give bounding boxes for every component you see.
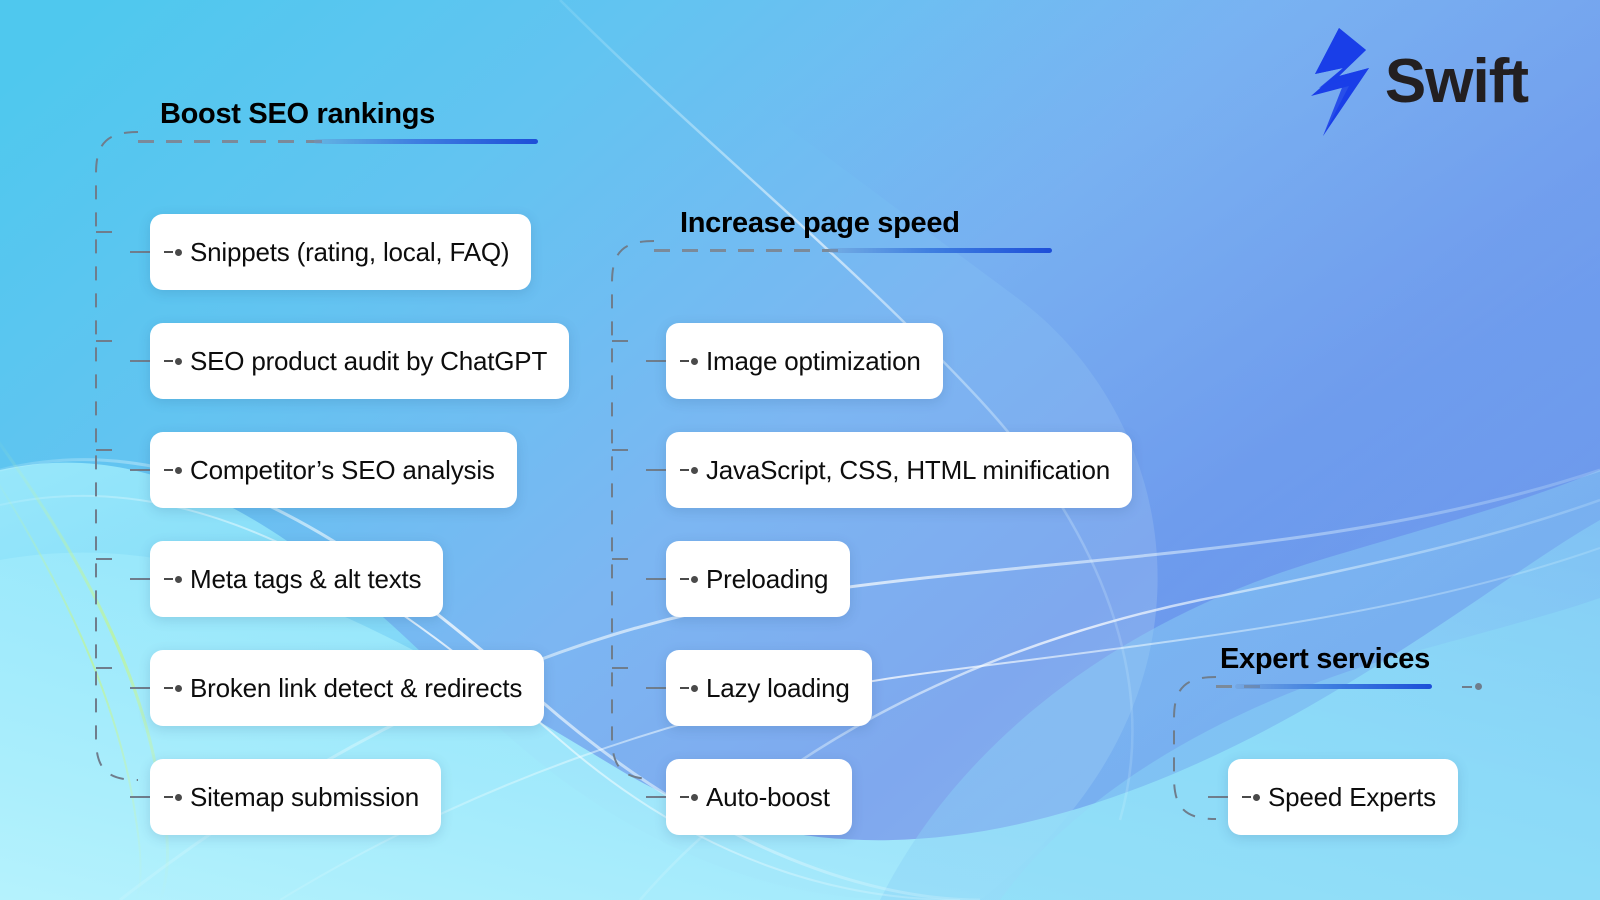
card-row[interactable]: Image optimization — [646, 323, 943, 399]
feature-card[interactable]: Snippets (rating, local, FAQ) — [150, 214, 532, 290]
infographic-canvas: Swift Boost SEO rankings Snippets (ratin… — [0, 0, 1600, 900]
card-row[interactable]: Speed Experts — [1208, 759, 1458, 835]
card-row[interactable]: Broken link detect & redirects — [130, 650, 545, 726]
arrow-bullet-icon — [164, 575, 182, 583]
feature-card-label: Speed Experts — [1268, 782, 1436, 812]
feature-card-label: Competitor’s SEO analysis — [190, 455, 495, 485]
feature-card[interactable]: Preloading — [666, 541, 851, 617]
feature-card-label: Preloading — [706, 564, 829, 594]
feature-card-label: Image optimization — [706, 346, 921, 376]
feature-card[interactable]: SEO product audit by ChatGPT — [150, 323, 570, 399]
feature-card[interactable]: Speed Experts — [1228, 759, 1458, 835]
arrow-bullet-icon — [164, 357, 182, 365]
feature-card-label: Broken link detect & redirects — [190, 673, 523, 703]
card-row[interactable]: Competitor’s SEO analysis — [130, 432, 517, 508]
feature-card-label: Snippets (rating, local, FAQ) — [190, 237, 510, 267]
arrow-bullet-icon — [164, 684, 182, 692]
lightning-bolt-icon — [1310, 28, 1369, 136]
feature-card[interactable]: Meta tags & alt texts — [150, 541, 444, 617]
card-row[interactable]: Meta tags & alt texts — [130, 541, 444, 617]
feature-card[interactable]: Sitemap submission — [150, 759, 442, 835]
arrow-bullet-icon — [680, 357, 698, 365]
group-increase-page-speed: Increase page speed Image optimization J… — [608, 207, 1168, 835]
feature-card[interactable]: JavaScript, CSS, HTML minification — [666, 432, 1133, 508]
card-row[interactable]: Preloading — [646, 541, 851, 617]
feature-card-label: Auto-boost — [706, 782, 830, 812]
feature-card-label: SEO product audit by ChatGPT — [190, 346, 548, 376]
card-row[interactable]: Sitemap submission — [130, 759, 442, 835]
group-title: Increase page speed — [680, 207, 960, 239]
feature-card[interactable]: Auto-boost — [666, 759, 852, 835]
brand-logo[interactable]: Swift — [1309, 28, 1529, 136]
feature-card-label: JavaScript, CSS, HTML minification — [706, 455, 1111, 485]
feature-card[interactable]: Lazy loading — [666, 650, 872, 726]
arrow-bullet-icon — [164, 793, 182, 801]
arrow-bullet-icon — [680, 575, 698, 583]
card-row[interactable]: Auto-boost — [646, 759, 852, 835]
brand-wordmark: Swift — [1384, 47, 1529, 116]
arrow-bullet-icon — [164, 466, 182, 474]
arrow-bullet-icon — [680, 793, 698, 801]
feature-card-label: Meta tags & alt texts — [190, 564, 422, 594]
group-boost-seo-rankings: Boost SEO rankings Snippets (rating, loc… — [92, 98, 612, 835]
group-expert-services: Expert services Speed Experts — [1168, 645, 1568, 877]
card-row[interactable]: Lazy loading — [646, 650, 872, 726]
feature-card[interactable]: Broken link detect & redirects — [150, 650, 545, 726]
feature-card-label: Lazy loading — [706, 673, 850, 703]
card-row[interactable]: Snippets (rating, local, FAQ) — [130, 214, 532, 290]
feature-card[interactable]: Image optimization — [666, 323, 943, 399]
arrow-bullet-icon — [680, 684, 698, 692]
feature-card-label: Sitemap submission — [190, 782, 420, 812]
card-row[interactable]: SEO product audit by ChatGPT — [130, 323, 570, 399]
arrow-bullet-icon — [164, 248, 182, 256]
feature-card[interactable]: Competitor’s SEO analysis — [150, 432, 517, 508]
group-title: Expert services — [1220, 643, 1430, 675]
group-title: Boost SEO rankings — [160, 98, 435, 130]
arrow-bullet-icon — [1242, 793, 1260, 801]
card-row[interactable]: JavaScript, CSS, HTML minification — [646, 432, 1133, 508]
arrow-bullet-icon — [680, 466, 698, 474]
